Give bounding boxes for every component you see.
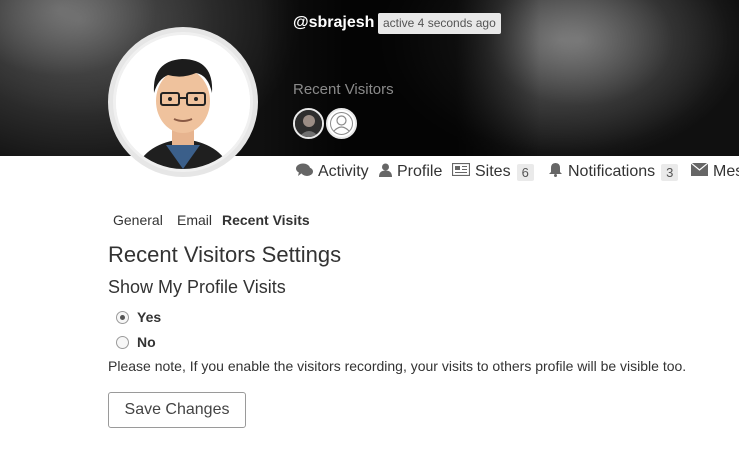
section-title: Show My Profile Visits — [108, 277, 286, 297]
tab-notifications[interactable]: Notifications 3 — [548, 160, 679, 184]
visitor-avatar[interactable] — [293, 108, 324, 139]
envelope-icon — [690, 162, 709, 181]
subnav-email[interactable]: Email — [177, 212, 212, 228]
tab-sites[interactable]: Sites 6 — [451, 160, 534, 184]
option-no[interactable]: No — [116, 334, 156, 350]
subnav-general[interactable]: General — [113, 212, 163, 228]
bell-icon — [548, 162, 563, 182]
avatar-face-icon — [116, 35, 250, 169]
visitor-photo-icon — [295, 110, 322, 137]
option-no-label: No — [137, 334, 156, 350]
username: @sbrajesh — [293, 14, 375, 31]
profile-page: @sbrajesh active 4 seconds ago Recent Vi… — [0, 0, 739, 475]
option-yes[interactable]: Yes — [116, 309, 161, 325]
notifications-count-badge: 3 — [661, 163, 679, 181]
profile-avatar[interactable] — [108, 27, 258, 177]
tab-label: Notifications — [568, 163, 656, 180]
subnav-recent-visits[interactable]: Recent Visits — [222, 212, 310, 228]
tab-profile[interactable]: Profile — [379, 160, 442, 184]
recent-visitors-title: Recent Visitors — [293, 81, 394, 98]
tab-messages[interactable]: Mes — [690, 160, 739, 184]
option-yes-label: Yes — [137, 309, 162, 325]
radio-no[interactable] — [116, 335, 129, 349]
privacy-note: Please note, If you enable the visitors … — [108, 358, 687, 374]
tab-label: Sites — [475, 163, 511, 180]
tab-label: Activity — [318, 163, 369, 180]
page-title: Recent Visitors Settings — [108, 242, 342, 267]
activity-status-badge: active 4 seconds ago — [378, 13, 501, 34]
newspaper-icon — [451, 162, 471, 181]
tab-activity[interactable]: Activity — [296, 160, 369, 184]
avatar-illustration — [116, 35, 250, 169]
comments-icon — [296, 163, 313, 182]
sites-count-badge: 6 — [516, 163, 534, 181]
user-icon — [379, 163, 392, 182]
radio-yes[interactable] — [116, 310, 129, 324]
tab-label: Profile — [397, 163, 443, 180]
default-user-icon — [328, 110, 355, 137]
tab-label: Mes — [713, 163, 739, 180]
visitor-avatar[interactable] — [326, 108, 357, 139]
save-changes-button[interactable]: Save Changes — [108, 392, 246, 428]
